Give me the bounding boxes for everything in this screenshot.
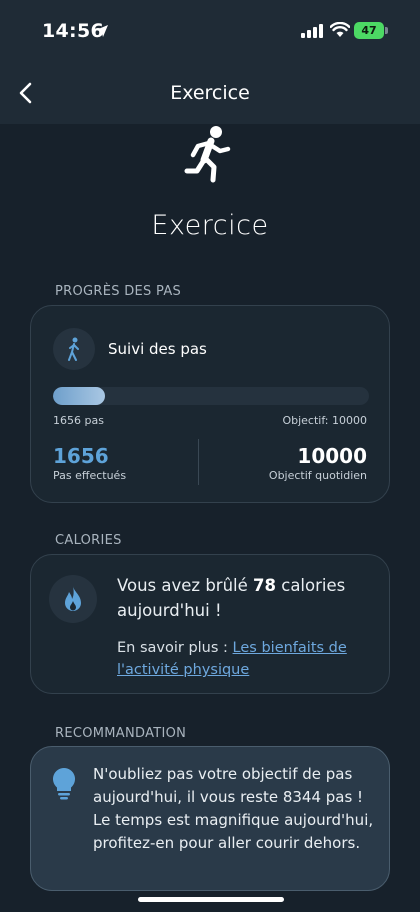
flame-avatar [49, 575, 97, 623]
recommendation-card: N'oubliez pas votre objectif de pas aujo… [30, 746, 390, 891]
steps-heading: Suivi des pas [108, 340, 207, 358]
recommendation-text: N'oubliez pas votre objectif de pas aujo… [93, 765, 374, 852]
calories-text: Vous avez brûlé 78 calories aujourd'hui … [117, 573, 379, 623]
signal-icon [301, 24, 323, 38]
calories-section-label: CALORIES [55, 533, 122, 548]
stats-divider [198, 439, 199, 485]
steps-section-label: PROGRÈS DES PAS [55, 284, 182, 299]
lightbulb-icon [52, 768, 76, 800]
wifi-icon [330, 22, 350, 37]
steps-progress-fill [53, 387, 106, 405]
flame-icon [65, 586, 81, 611]
steps-done-value: 1656 [53, 444, 109, 468]
battery-level: 47 [361, 24, 377, 37]
calories-text-before: Vous avez brûlé [117, 576, 254, 595]
learn-more: En savoir plus : Les bienfaits de l'acti… [117, 637, 379, 681]
calories-value: 78 [253, 576, 276, 595]
steps-goal-value: 10000 [297, 444, 367, 468]
steps-card: Suivi des pas 1656 pas Objectif: 10000 1… [30, 305, 390, 503]
battery-indicator: 47 [354, 22, 384, 39]
step-avatar [53, 328, 95, 370]
learn-more-prefix: En savoir plus : [117, 640, 233, 656]
walking-person-icon [68, 337, 79, 361]
battery-tip [385, 27, 388, 34]
calories-card: Vous avez brûlé 78 calories aujourd'hui … [30, 554, 390, 694]
steps-progress-bar [53, 387, 369, 405]
steps-count-text: 1656 pas [53, 414, 104, 427]
page-title: Exercice [151, 210, 269, 241]
location-arrow-icon [96, 25, 108, 37]
nav-title: Exercice [170, 82, 250, 104]
nav-bar: Exercice [0, 62, 420, 124]
status-bar: 14:56 47 [0, 0, 420, 62]
home-indicator[interactable] [138, 897, 284, 902]
recommendation-section-label: RECOMMANDATION [55, 726, 187, 741]
steps-done-label: Pas effectués [53, 469, 127, 482]
runner-icon [184, 126, 231, 183]
steps-goal-text: Objectif: 10000 [282, 414, 367, 427]
steps-goal-label: Objectif quotidien [268, 469, 367, 482]
